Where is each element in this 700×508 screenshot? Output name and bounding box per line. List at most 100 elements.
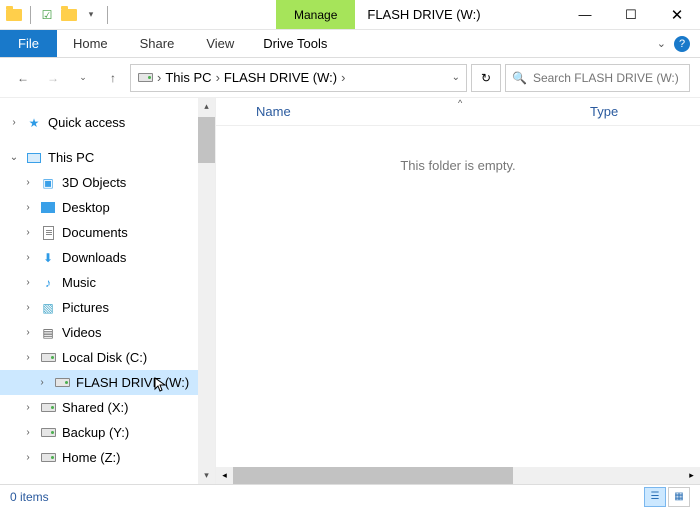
chevron-right-icon[interactable]: › [157,70,161,85]
expand-icon[interactable]: › [22,277,34,288]
properties-icon[interactable]: ☑ [39,7,55,23]
expand-icon[interactable]: › [22,227,34,238]
tab-share[interactable]: Share [124,30,191,57]
expand-icon[interactable]: › [22,302,34,313]
tab-view[interactable]: View [190,30,250,57]
scroll-up-button[interactable]: ▴ [198,98,215,115]
tree-local-disk-c[interactable]: › Local Disk (C:) [0,345,215,370]
tree-shared-x[interactable]: › Shared (X:) [0,395,215,420]
drive-icon [54,375,70,391]
tree-videos[interactable]: ›▤Videos [0,320,215,345]
tree-desktop[interactable]: › Desktop [0,195,215,220]
tree-label: Backup (Y:) [62,425,129,440]
horizontal-scrollbar[interactable]: ◂ ▸ [216,467,700,484]
tree-this-pc[interactable]: ⌄ This PC [0,145,215,170]
details-view-button[interactable]: ☰ [644,487,666,507]
scroll-down-button[interactable]: ▾ [198,467,215,484]
music-icon: ♪ [40,275,56,291]
back-button[interactable]: ← [10,65,36,91]
drive-icon [40,450,56,466]
folder-qat-icon[interactable] [61,7,77,23]
breadcrumb-current[interactable]: FLASH DRIVE (W:) [224,70,337,85]
tree-backup-y[interactable]: › Backup (Y:) [0,420,215,445]
tab-file[interactable]: File [0,30,57,57]
status-bar: 0 items ☰ ▦ [0,484,700,508]
collapse-icon[interactable]: ⌄ [8,152,20,163]
tree-label: Local Disk (C:) [62,350,147,365]
expand-ribbon-icon[interactable]: ⌄ [657,37,666,50]
navigation-bar: ← → ⌄ ↑ › This PC › FLASH DRIVE (W:) › ⌄… [0,58,700,98]
scroll-thumb[interactable] [233,467,513,484]
tree-music[interactable]: › ♪ Music [0,270,215,295]
breadcrumb-this-pc[interactable]: This PC [165,70,211,85]
document-icon [40,225,56,241]
expand-icon[interactable]: › [22,427,34,438]
close-button[interactable]: ✕ [654,0,700,29]
scroll-thumb[interactable] [198,117,215,163]
tree-label: Documents [62,225,128,240]
search-input[interactable] [533,71,683,85]
tab-home[interactable]: Home [57,30,124,57]
drive-icon [40,425,56,441]
expand-icon[interactable]: › [22,327,34,338]
drive-icon [40,400,56,416]
address-dropdown-icon[interactable]: ⌄ [452,72,460,83]
tree-label: Home (Z:) [62,450,121,465]
expand-icon[interactable]: › [8,117,20,128]
forward-button[interactable]: → [40,65,66,91]
cube-icon: ▣ [40,175,56,191]
quick-access-toolbar: ☑ ▾ [0,0,116,29]
tree-pictures[interactable]: › ▧ Pictures [0,295,215,320]
desktop-icon [40,200,56,216]
tree-label: Shared (X:) [62,400,128,415]
contextual-tab-manage[interactable]: Manage [276,0,355,29]
search-box[interactable]: 🔍 [505,64,690,92]
explorer-icon [6,7,22,23]
pictures-icon: ▧ [40,300,56,316]
tree-documents[interactable]: › Documents [0,220,215,245]
chevron-right-icon[interactable]: › [216,70,220,85]
vertical-scrollbar[interactable]: ▴ ▾ [198,98,215,484]
window-title: FLASH DRIVE (W:) [355,0,562,29]
minimize-button[interactable]: — [562,0,608,29]
expand-icon[interactable]: › [22,352,34,363]
expand-icon[interactable]: › [22,452,34,463]
tree-downloads[interactable]: ›⬇Downloads [0,245,215,270]
tree-3d-objects[interactable]: › ▣ 3D Objects [0,170,215,195]
expand-icon[interactable]: › [36,377,48,388]
help-button[interactable]: ? [674,36,690,52]
tree-label: Music [62,275,96,290]
tree-flash-drive-w[interactable]: › FLASH DRIVE (W:) [0,370,215,395]
separator [30,6,31,24]
address-bar[interactable]: › This PC › FLASH DRIVE (W:) › ⌄ [130,64,467,92]
qat-dropdown-icon[interactable]: ▾ [83,7,99,23]
maximize-button[interactable]: ☐ [608,0,654,29]
window-controls: — ☐ ✕ [562,0,700,29]
expand-icon[interactable]: › [22,202,34,213]
tree-quick-access[interactable]: › ★ Quick access [0,110,215,135]
thumbnails-view-button[interactable]: ▦ [668,487,690,507]
drive-icon [40,350,56,366]
star-icon: ★ [26,115,42,131]
content-area: ^ Name Type This folder is empty. ◂ ▸ [215,98,700,484]
scroll-left-button[interactable]: ◂ [216,467,233,484]
up-button[interactable]: ↑ [100,65,126,91]
item-count: 0 items [10,490,49,504]
chevron-right-icon[interactable]: › [341,70,345,85]
expand-icon[interactable]: › [22,402,34,413]
tab-drive-tools[interactable]: Drive Tools [250,30,339,57]
tree-label: This PC [48,150,94,165]
tree-label: FLASH DRIVE (W:) [76,375,189,390]
expand-icon[interactable]: › [22,177,34,188]
tree-label: 3D Objects [62,175,126,190]
tree-label: Desktop [62,200,110,215]
column-type[interactable]: Type [590,104,700,119]
column-name[interactable]: Name [216,104,590,119]
tree-home-z[interactable]: › Home (Z:) [0,445,215,470]
scroll-right-button[interactable]: ▸ [683,467,700,484]
refresh-button[interactable]: ↻ [471,64,501,92]
tree-label: Videos [62,325,102,340]
tree-label: Pictures [62,300,109,315]
expand-icon[interactable]: › [22,252,34,263]
recent-locations-button[interactable]: ⌄ [70,65,96,91]
